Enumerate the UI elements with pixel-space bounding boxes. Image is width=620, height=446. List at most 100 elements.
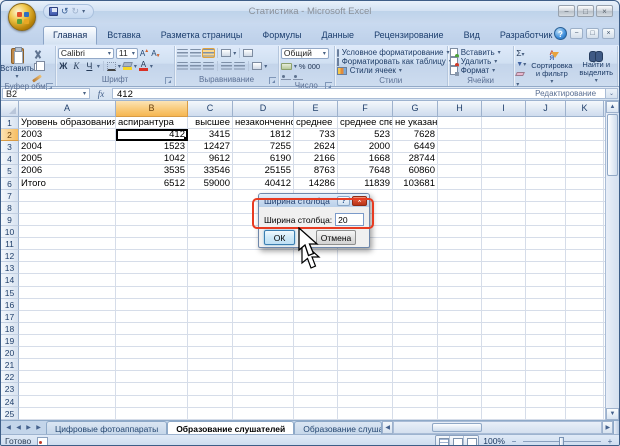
cell-J10[interactable] [526, 226, 566, 238]
cell-I7[interactable] [482, 190, 526, 202]
cell-C21[interactable] [188, 359, 233, 371]
cell-G16[interactable] [393, 299, 438, 311]
row-header-13[interactable]: 13 [1, 262, 19, 274]
cell-B20[interactable] [116, 347, 188, 359]
cell-D23[interactable] [233, 383, 294, 395]
cell-C20[interactable] [188, 347, 233, 359]
number-dialog-launcher-icon[interactable] [325, 82, 332, 89]
cell-D12[interactable] [233, 250, 294, 262]
cell-H11[interactable] [438, 238, 482, 250]
cell-H8[interactable] [438, 202, 482, 214]
decrease-decimal-icon[interactable] [293, 74, 303, 80]
cell-C23[interactable] [188, 383, 233, 395]
cell-G25[interactable] [393, 408, 438, 420]
cell-G11[interactable] [393, 238, 438, 250]
cell-H13[interactable] [438, 262, 482, 274]
row-header-12[interactable]: 12 [1, 250, 19, 262]
cell-A9[interactable] [19, 214, 116, 226]
cell-G10[interactable] [393, 226, 438, 238]
align-right-icon[interactable] [203, 62, 214, 70]
cell-I17[interactable] [482, 311, 526, 323]
cell-J20[interactable] [526, 347, 566, 359]
clipboard-dialog-launcher-icon[interactable] [46, 83, 53, 90]
cell-G21[interactable] [393, 359, 438, 371]
close-button[interactable]: × [596, 5, 613, 17]
cell-G14[interactable] [393, 274, 438, 286]
cell-D6[interactable]: 40412 [233, 178, 294, 190]
cell-A14[interactable] [19, 274, 116, 286]
cell-A16[interactable] [19, 299, 116, 311]
ok-button[interactable]: ОК [264, 230, 295, 245]
col-header-E[interactable]: E [294, 101, 338, 117]
cell-C5[interactable]: 33546 [188, 165, 233, 177]
cell-I14[interactable] [482, 274, 526, 286]
cell-G24[interactable] [393, 396, 438, 408]
cell-K8[interactable] [566, 202, 604, 214]
cell-F18[interactable] [338, 323, 393, 335]
office-button[interactable] [8, 3, 36, 31]
restore-button[interactable]: □ [577, 5, 594, 17]
col-header-F[interactable]: F [338, 101, 393, 117]
cell-I22[interactable] [482, 371, 526, 383]
cell-E2[interactable]: 733 [294, 129, 338, 141]
font-name-select[interactable]: Calibri▾ [58, 48, 114, 59]
cell-F23[interactable] [338, 383, 393, 395]
cell-J6[interactable] [526, 178, 566, 190]
align-bottom-icon[interactable] [203, 49, 214, 57]
cell-C24[interactable] [188, 396, 233, 408]
cell-B25[interactable] [116, 408, 188, 420]
cell-K5[interactable] [566, 165, 604, 177]
cell-A15[interactable] [19, 287, 116, 299]
cell-G20[interactable] [393, 347, 438, 359]
next-sheet-icon[interactable]: ▶ [24, 424, 33, 431]
name-box-dropdown-icon[interactable]: ▾ [83, 90, 86, 97]
cell-E6[interactable]: 14286 [294, 178, 338, 190]
cell-styles-button[interactable]: Стили ячеек ▾ [337, 66, 445, 75]
font-group-label[interactable]: Шрифт [58, 75, 172, 86]
alignment-group-label[interactable]: Выравнивание [177, 75, 276, 86]
customize-qat-icon[interactable]: ▾ [82, 8, 85, 15]
row-header-15[interactable]: 15 [1, 287, 19, 299]
cell-D16[interactable] [233, 299, 294, 311]
cell-H18[interactable] [438, 323, 482, 335]
cell-J15[interactable] [526, 287, 566, 299]
merge-center-icon[interactable] [252, 62, 262, 70]
cell-A25[interactable] [19, 408, 116, 420]
cell-D5[interactable]: 25155 [233, 165, 294, 177]
cell-F20[interactable] [338, 347, 393, 359]
cell-J3[interactable] [526, 141, 566, 153]
currency-format-icon[interactable] [281, 63, 292, 70]
cell-H14[interactable] [438, 274, 482, 286]
delete-cells-button[interactable]: Удалить ▾ [450, 57, 512, 66]
copy-button[interactable] [30, 60, 44, 72]
col-header-K[interactable]: K [566, 101, 604, 117]
cell-H1[interactable] [438, 117, 482, 129]
borders-icon[interactable] [107, 62, 116, 71]
grow-font-button[interactable]: А▲ [140, 49, 149, 58]
align-left-icon[interactable] [177, 62, 188, 70]
font-dialog-launcher-icon[interactable] [165, 77, 172, 84]
number-format-select[interactable]: Общий▾ [281, 48, 329, 59]
cell-K6[interactable] [566, 178, 604, 190]
cell-E17[interactable] [294, 311, 338, 323]
cell-H6[interactable] [438, 178, 482, 190]
cell-J14[interactable] [526, 274, 566, 286]
cell-I24[interactable] [482, 396, 526, 408]
row-header-4[interactable]: 4 [1, 153, 19, 165]
cell-I2[interactable] [482, 129, 526, 141]
row-header-23[interactable]: 23 [1, 383, 19, 395]
cell-E20[interactable] [294, 347, 338, 359]
cell-G19[interactable] [393, 335, 438, 347]
sheet-tab-digital-cameras[interactable]: Цифровые фотоаппараты [46, 421, 167, 434]
tab-dannye[interactable]: Данные [312, 26, 365, 45]
cell-I16[interactable] [482, 299, 526, 311]
tab-formuly[interactable]: Формулы [252, 26, 311, 45]
cell-K23[interactable] [566, 383, 604, 395]
cell-G8[interactable] [393, 202, 438, 214]
cell-K24[interactable] [566, 396, 604, 408]
vertical-scrollbar[interactable]: ▲ ▼ [605, 101, 619, 420]
cell-F19[interactable] [338, 335, 393, 347]
cell-I8[interactable] [482, 202, 526, 214]
cell-C15[interactable] [188, 287, 233, 299]
page-break-view-icon[interactable] [464, 436, 478, 446]
